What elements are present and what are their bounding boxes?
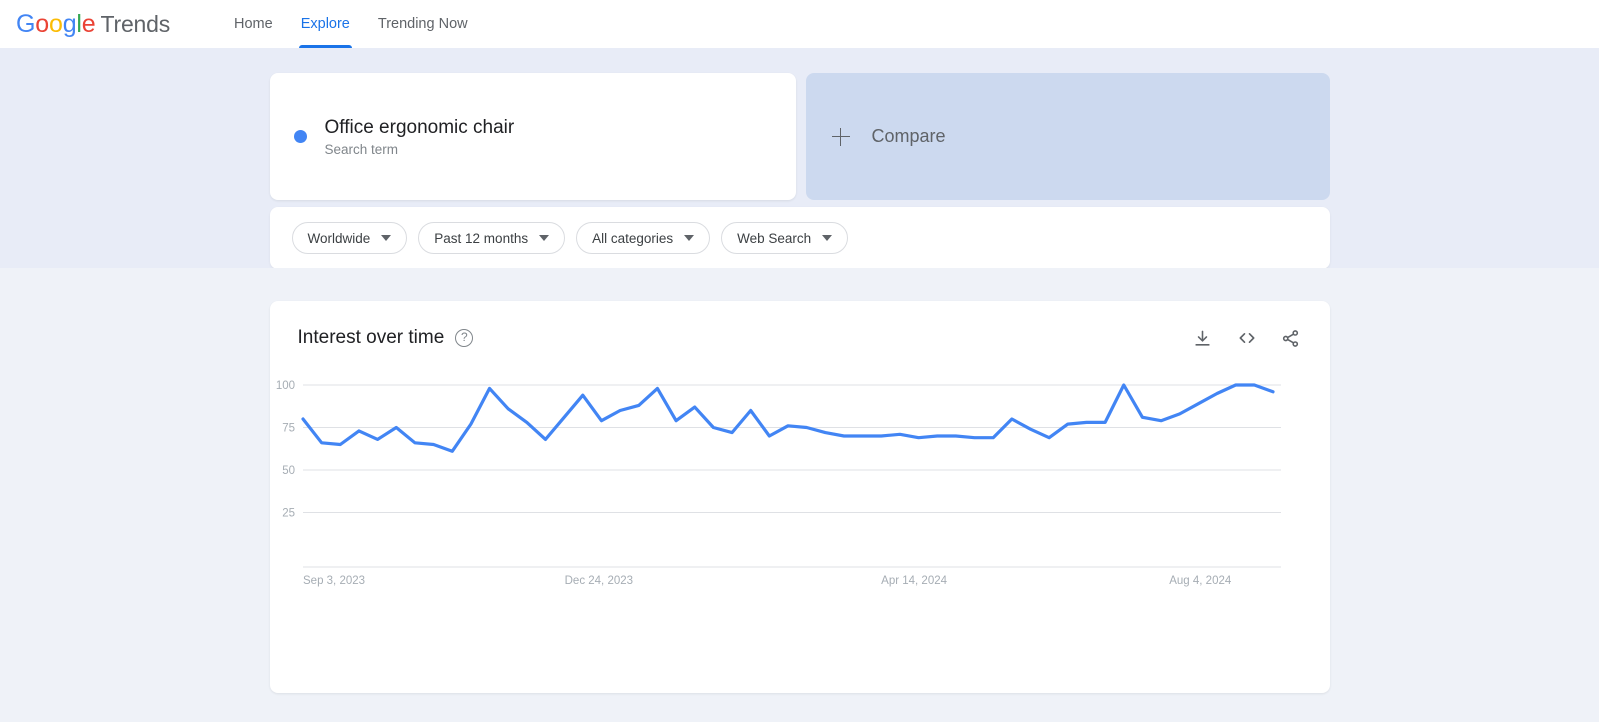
chart-line-series-0 xyxy=(300,383,1275,453)
results-band: Interest over time ? 100 75 50 25 Sep 3,… xyxy=(0,268,1599,722)
logo-letter-o2: o xyxy=(48,9,63,38)
trends-wordmark: Trends xyxy=(100,10,171,37)
nav-item-explore[interactable]: Explore xyxy=(287,0,364,48)
compare-button[interactable]: Compare xyxy=(805,73,1330,200)
time-filter[interactable]: Past 12 months xyxy=(418,222,566,254)
y-tick-label: 25 xyxy=(282,508,295,520)
category-filter[interactable]: All categories xyxy=(576,222,711,254)
time-filter-label: Past 12 months xyxy=(434,230,529,246)
chart-title: Interest over time xyxy=(297,327,445,348)
download-icon[interactable] xyxy=(1192,327,1214,349)
google-trends-logo[interactable]: Google Trends xyxy=(16,10,170,39)
chart-title-group: Interest over time ? xyxy=(298,327,474,349)
y-tick-label: 50 xyxy=(282,465,295,477)
logo-letter-g2: g xyxy=(62,9,77,38)
logo-letter-g: G xyxy=(16,9,36,38)
google-wordmark: Google xyxy=(16,9,96,39)
series-color-dot xyxy=(293,130,307,143)
embed-code-icon[interactable] xyxy=(1236,327,1258,349)
x-tick-label: Sep 3, 2023 xyxy=(303,575,365,587)
search-type-filter-label: Web Search xyxy=(737,230,812,246)
search-term-texts: Office ergonomic chair Search term xyxy=(325,116,515,158)
search-terms-row: Office ergonomic chair Search term Compa… xyxy=(269,73,1330,200)
nav-item-home[interactable]: Home xyxy=(220,0,287,48)
location-filter[interactable]: Worldwide xyxy=(291,222,408,254)
query-band: Office ergonomic chair Search term Compa… xyxy=(0,48,1599,269)
location-filter-label: Worldwide xyxy=(307,230,371,246)
chevron-down-icon xyxy=(381,235,392,241)
chart-svg: 100 75 50 25 Sep 3, 2023 Dec 24, 2023 Apr 14, … xyxy=(275,380,1281,587)
x-tick-label: Aug 4, 2024 xyxy=(1169,575,1232,587)
filters-bar: Worldwide Past 12 months All categories … xyxy=(269,207,1330,269)
nav-item-trending-now[interactable]: Trending Now xyxy=(364,0,482,48)
y-tick-label: 100 xyxy=(275,380,294,392)
logo-letter-o1: o xyxy=(35,9,49,38)
interest-over-time-card: Interest over time ? 100 75 50 25 Sep 3,… xyxy=(269,301,1330,693)
x-tick-label: Dec 24, 2023 xyxy=(564,575,632,587)
nav-items: Home Explore Trending Now xyxy=(220,0,482,48)
search-term-type: Search term xyxy=(324,142,399,158)
plus-icon xyxy=(831,127,850,146)
search-type-filter[interactable]: Web Search xyxy=(721,222,849,254)
category-filter-label: All categories xyxy=(592,230,674,246)
y-tick-label: 75 xyxy=(282,423,295,435)
compare-label: Compare xyxy=(871,126,946,146)
search-term-card[interactable]: Office ergonomic chair Search term xyxy=(269,73,796,200)
chart-header: Interest over time ? xyxy=(298,327,1302,349)
chevron-down-icon xyxy=(684,235,695,241)
help-icon[interactable]: ? xyxy=(455,329,474,347)
top-navigation-bar: Google Trends Home Explore Trending Now xyxy=(0,0,1599,48)
logo-letter-e: e xyxy=(81,9,96,38)
chevron-down-icon xyxy=(822,235,833,241)
chart-actions xyxy=(1192,327,1302,349)
interest-over-time-chart[interactable]: 100 75 50 25 Sep 3, 2023 Dec 24, 2023 Apr 14, … xyxy=(270,375,1330,675)
x-tick-label: Apr 14, 2024 xyxy=(881,575,947,587)
search-term-label: Office ergonomic chair xyxy=(324,116,515,138)
share-icon[interactable] xyxy=(1280,327,1302,349)
query-band-content: Office ergonomic chair Search term Compa… xyxy=(269,73,1330,269)
chevron-down-icon xyxy=(539,235,550,241)
